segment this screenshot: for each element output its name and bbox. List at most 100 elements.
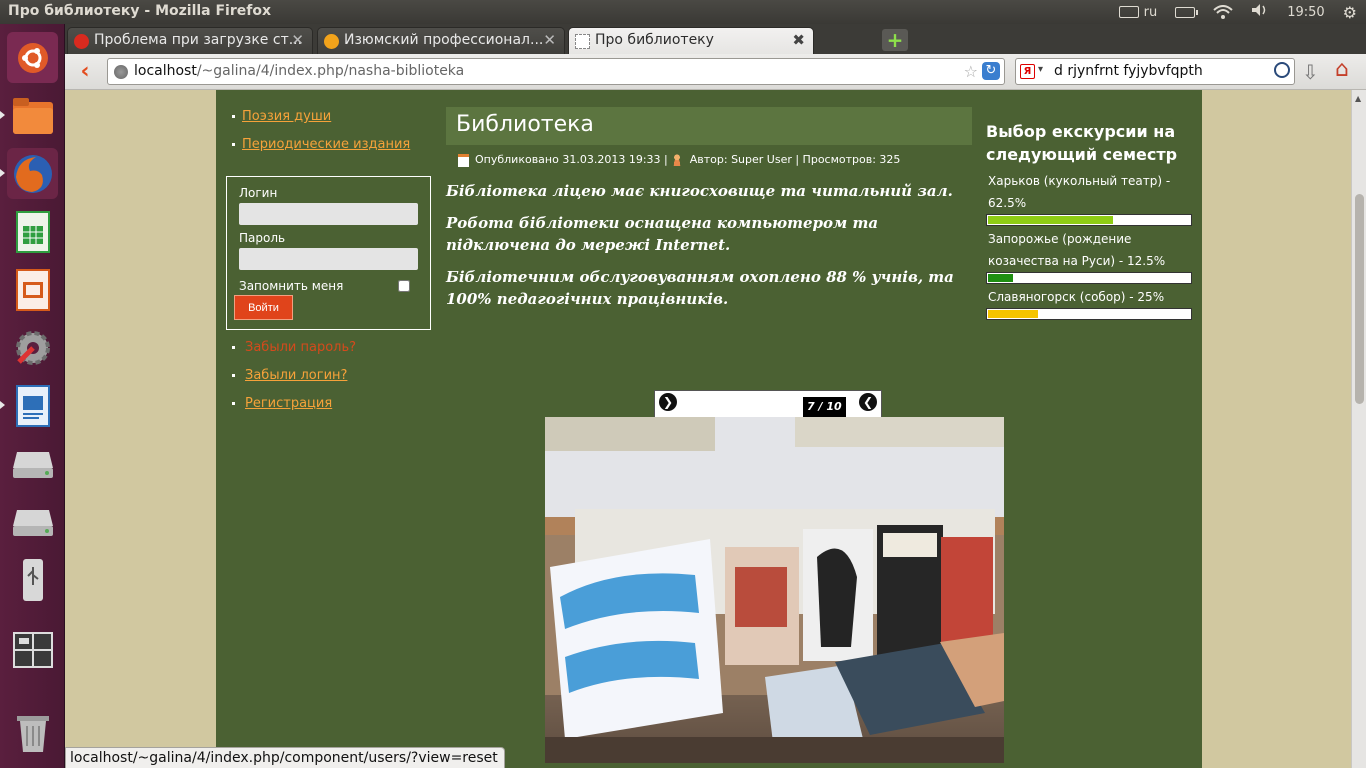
network-indicator[interactable]	[1213, 5, 1233, 20]
volume-indicator[interactable]	[1251, 3, 1269, 21]
poll-bar-fill	[988, 274, 1013, 282]
poll-option-label: Запорожье (рождение козачества на Руси) …	[988, 232, 1166, 268]
launcher-item-drive-1[interactable]	[7, 438, 58, 489]
poll-title: Выбор екскурсии на следующий семестр	[986, 122, 1178, 164]
search-icon[interactable]	[1274, 62, 1290, 78]
launcher-item-dash[interactable]	[7, 32, 58, 83]
running-indicator	[0, 111, 5, 119]
close-tab-icon[interactable]: ✖	[792, 31, 805, 49]
link-periodicals[interactable]: Периодические издания	[226, 136, 431, 164]
gallery-prev-button[interactable]: ❮	[859, 393, 877, 411]
wifi-icon	[1213, 5, 1233, 19]
remember-checkbox[interactable]	[398, 280, 410, 292]
left-column: Поэзия души Периодические издания Логин …	[226, 108, 431, 411]
gallery-next-button[interactable]: ❯	[659, 393, 677, 411]
engine-dropdown-icon[interactable]: ▾	[1038, 64, 1043, 75]
calc-spreadsheet-icon	[7, 206, 58, 257]
search-bar[interactable]: Я ▾ d rjynfrnt fyjybvfqpth	[1015, 58, 1295, 85]
link-poetry[interactable]: Поэзия души	[226, 108, 431, 136]
remember-label: Запомнить меня	[239, 279, 344, 293]
back-button[interactable]: ‹	[73, 59, 97, 85]
launcher-item-workspaces[interactable]	[7, 624, 58, 675]
forgot-password-link[interactable]: Забыли пароль?	[226, 339, 431, 367]
home-icon[interactable]: ⌂	[1335, 57, 1349, 82]
tab-label: Изюмский профессионал...	[344, 32, 544, 48]
close-tab-icon[interactable]: ✕	[291, 31, 304, 49]
files-icon	[7, 90, 58, 141]
reload-icon[interactable]: ↻	[982, 62, 1000, 80]
poll-option-label: Харьков (кукольный театр) - 62.5%	[988, 174, 1171, 210]
page-viewport: Поэзия души Периодические издания Логин …	[65, 90, 1351, 768]
session-gear-icon[interactable]: ⚙	[1343, 3, 1357, 22]
gallery-counter: 7 / 10	[803, 397, 846, 417]
bookmark-star-icon[interactable]: ☆	[964, 62, 978, 81]
launcher-item-writer[interactable]	[0, 380, 58, 431]
ubuntu-dash-icon	[7, 32, 58, 83]
tab-1[interactable]: Проблема при загрузке ст... ✕	[67, 27, 313, 54]
volume-icon	[1252, 4, 1266, 16]
tab-bar: Проблема при загрузке ст... ✕ Изюмский п…	[65, 24, 1366, 54]
keyboard-indicator[interactable]: ru	[1119, 5, 1157, 20]
system-settings-icon	[7, 322, 58, 373]
link-poetry-text[interactable]: Поэзия души	[242, 109, 331, 124]
tab-label: Проблема при загрузке ст...	[94, 32, 303, 48]
launcher-item-settings[interactable]	[7, 322, 58, 373]
status-bar: localhost/~galina/4/index.php/component/…	[65, 747, 505, 768]
launcher-item-calc[interactable]	[7, 206, 58, 257]
register-link[interactable]: Регистрация	[226, 395, 431, 423]
account-links: Забыли пароль? Забыли логин? Регистрация	[226, 339, 431, 423]
poll-bar-fill	[988, 310, 1038, 318]
workspaces-icon	[7, 624, 58, 675]
forgot-login-text[interactable]: Забыли логин?	[245, 368, 347, 383]
url-bar[interactable]: localhost/~galina/4/index.php/nasha-bibl…	[107, 58, 1005, 85]
login-input[interactable]	[239, 203, 418, 225]
url-host: localhost	[134, 63, 197, 79]
joomla-favicon-icon	[324, 34, 339, 49]
forgot-login-link[interactable]: Забыли логин?	[226, 367, 431, 395]
blank-favicon-icon	[575, 34, 590, 49]
vertical-scrollbar[interactable]: ▲	[1351, 90, 1366, 768]
forgot-password-text[interactable]: Забыли пароль?	[245, 340, 356, 355]
user-icon	[671, 154, 682, 166]
poll-option-bar	[986, 272, 1192, 284]
navigation-toolbar: ‹ localhost/~galina/4/index.php/nasha-bi…	[65, 54, 1366, 90]
running-indicator	[0, 169, 5, 177]
password-input[interactable]	[239, 248, 418, 270]
scroll-up-icon[interactable]: ▲	[1355, 94, 1361, 103]
launcher-item-usb[interactable]	[7, 554, 58, 605]
library-shelf-photo	[545, 417, 1004, 763]
launcher-item-firefox[interactable]	[0, 148, 58, 199]
register-text[interactable]: Регистрация	[245, 396, 332, 411]
login-button[interactable]: Войти	[234, 295, 293, 320]
gallery-photo	[545, 417, 1004, 763]
article: Библиотека Опубликовано 31.03.2013 19:33…	[446, 107, 972, 310]
battery-indicator[interactable]	[1175, 5, 1199, 20]
launcher-item-files[interactable]	[0, 90, 58, 141]
keyboard-layout: ru	[1143, 4, 1158, 20]
tab-2[interactable]: Изюмский профессионал... ✕	[317, 27, 565, 54]
site-identity-icon[interactable]	[114, 65, 128, 79]
tab-3-active[interactable]: Про библиотеку ✖	[568, 27, 814, 54]
error-favicon-icon	[74, 34, 89, 49]
launcher-item-trash[interactable]	[7, 707, 58, 758]
downloads-icon[interactable]: ⇩	[1302, 60, 1319, 84]
meta-published: Опубликовано 31.03.2013 19:33 |	[475, 153, 668, 166]
scroll-thumb[interactable]	[1355, 194, 1364, 404]
yandex-engine-icon[interactable]: Я	[1020, 64, 1035, 79]
clock[interactable]: 19:50	[1287, 5, 1324, 20]
launcher-item-impress[interactable]	[7, 264, 58, 315]
launcher-item-drive-2[interactable]	[7, 496, 58, 547]
usb-drive-icon	[7, 554, 58, 605]
running-indicator	[0, 401, 5, 409]
calendar-icon	[458, 153, 469, 167]
meta-author: Автор: Super User | Просмотров: 325	[689, 153, 901, 166]
password-label: Пароль	[239, 231, 286, 245]
drive-1-icon	[7, 438, 58, 489]
new-tab-button[interactable]: +	[882, 29, 908, 51]
poll-bar-fill	[988, 216, 1113, 224]
close-tab-icon[interactable]: ✕	[543, 31, 556, 49]
search-input-value: d rjynfrnt fyjybvfqpth	[1054, 63, 1203, 79]
link-periodicals-text[interactable]: Периодические издания	[242, 137, 410, 152]
drive-2-icon	[7, 496, 58, 547]
article-paragraph: Бібліотека ліцею має книгосховище та чит…	[446, 182, 953, 200]
